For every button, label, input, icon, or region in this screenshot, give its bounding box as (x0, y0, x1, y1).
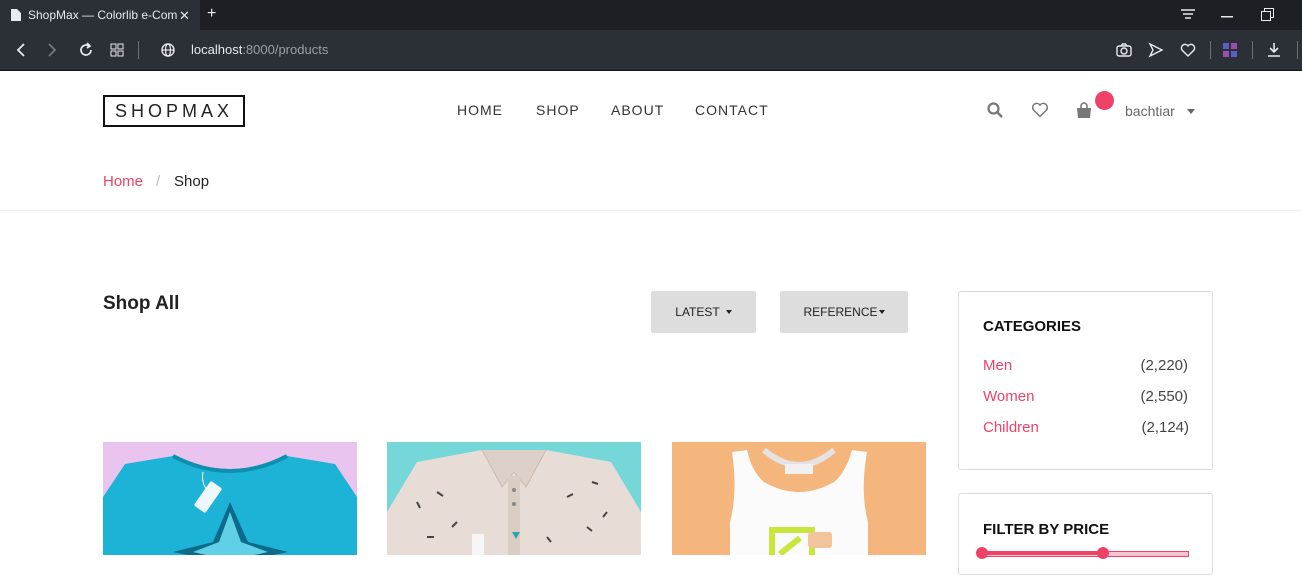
price-slider-range (982, 551, 1102, 555)
minimize-icon[interactable] (1221, 16, 1233, 20)
category-item[interactable]: Children (2,124) (983, 419, 1189, 436)
reference-dropdown-button[interactable]: REFERENCE (780, 291, 908, 333)
blue-tshirt-image (103, 454, 357, 555)
caret-down-icon (725, 310, 732, 314)
category-item[interactable]: Women (2,550) (983, 388, 1188, 405)
search-icon[interactable] (987, 102, 1003, 118)
filter-price-title: FILTER BY PRICE (983, 521, 1110, 538)
toolbar-separator (1297, 41, 1298, 59)
grid-icon[interactable] (110, 41, 124, 59)
browser-tabbar: ShopMax — Colorlib e-Commerce ✕ + (0, 0, 1302, 30)
nav-contact[interactable]: CONTACT (695, 102, 769, 118)
url-host: localhost (191, 42, 243, 57)
toolbar-separator (1210, 41, 1211, 59)
header-divider (0, 210, 1302, 211)
category-count: (2,124) (1141, 419, 1189, 436)
heart-icon[interactable] (1180, 41, 1196, 59)
price-slider-min-handle[interactable] (976, 547, 988, 559)
nav-home[interactable]: HOME (457, 102, 503, 118)
url-field[interactable]: localhost:8000/products (191, 42, 328, 57)
product-image[interactable] (672, 442, 926, 555)
user-menu[interactable]: bachtiar (1125, 103, 1175, 119)
send-icon[interactable] (1148, 41, 1164, 59)
tab-title: ShopMax — Colorlib e-Commerce (28, 8, 178, 22)
tab-menu-icon[interactable] (1180, 9, 1196, 21)
chevron-down-icon[interactable] (1187, 109, 1195, 114)
reload-icon[interactable] (78, 41, 94, 59)
new-tab-icon[interactable]: + (207, 5, 216, 23)
camera-icon[interactable] (1116, 41, 1132, 59)
heart-icon[interactable] (1031, 102, 1049, 118)
category-name[interactable]: Men (983, 357, 1012, 374)
browser-tab[interactable]: ShopMax — Colorlib e-Commerce ✕ (0, 0, 200, 30)
category-name[interactable]: Children (983, 419, 1039, 436)
toolbar-separator (1252, 41, 1253, 59)
breadcrumb-separator: / (156, 173, 161, 190)
white-tank-top-image (730, 447, 868, 555)
page-title: Shop All (103, 293, 180, 314)
categories-title: CATEGORIES (983, 318, 1082, 335)
breadcrumb-home[interactable]: Home (103, 173, 143, 190)
filter-price-card: FILTER BY PRICE (958, 493, 1213, 575)
nav-shop[interactable]: SHOP (536, 102, 580, 118)
breadcrumb-current: Shop (174, 173, 210, 190)
document-icon (11, 9, 21, 21)
shopping-bag-icon[interactable] (1075, 101, 1093, 119)
caret-down-icon (878, 310, 885, 314)
close-tab-icon[interactable]: ✕ (179, 8, 190, 24)
extension-icon[interactable] (1222, 41, 1238, 59)
cart-badge (1095, 91, 1114, 110)
product-image[interactable] (103, 442, 357, 555)
latest-label: LATEST (675, 305, 720, 319)
category-item[interactable]: Men (2,220) (983, 357, 1188, 374)
product-image[interactable] (387, 442, 641, 555)
toolbar-separator (138, 41, 139, 59)
browser-toolbar: localhost:8000/products (0, 30, 1302, 71)
url-path: :8000/products (242, 42, 329, 57)
back-icon[interactable] (15, 41, 27, 59)
category-name[interactable]: Women (983, 388, 1034, 405)
globe-icon[interactable] (160, 41, 176, 59)
site-logo[interactable]: SHOPMAX (103, 95, 245, 127)
category-count: (2,550) (1140, 388, 1188, 405)
category-count: (2,220) (1140, 357, 1188, 374)
latest-dropdown-button[interactable]: LATEST (651, 291, 756, 333)
restore-icon[interactable] (1261, 8, 1274, 21)
categories-card: CATEGORIES Men (2,220) Women (2,550) Chi… (958, 291, 1213, 470)
forward-icon[interactable] (46, 41, 58, 59)
patterned-polo-image (387, 449, 641, 555)
reference-label: REFERENCE (803, 305, 878, 319)
download-icon[interactable] (1267, 41, 1281, 59)
price-slider-max-handle[interactable] (1097, 547, 1109, 559)
nav-about[interactable]: ABOUT (611, 102, 664, 118)
